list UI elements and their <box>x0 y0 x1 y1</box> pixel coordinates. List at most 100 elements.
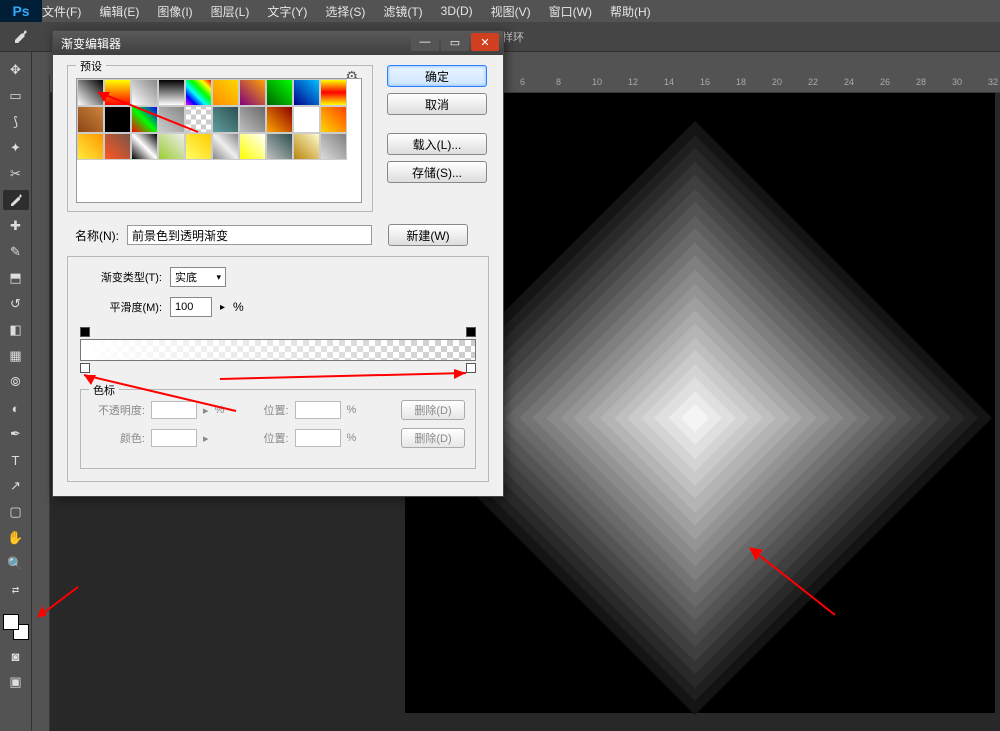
preset-29[interactable] <box>320 133 347 160</box>
menu-view[interactable]: 视图(V) <box>491 3 531 20</box>
tool-move[interactable]: ✥ <box>3 60 29 80</box>
menu-image[interactable]: 图像(I) <box>157 3 192 20</box>
diamond-artwork <box>485 208 905 628</box>
tool-path[interactable]: ↗ <box>3 476 29 496</box>
preset-18[interactable] <box>293 106 320 133</box>
tool-stamp[interactable]: ⬒ <box>3 268 29 288</box>
preset-16[interactable] <box>239 106 266 133</box>
tool-eraser[interactable]: ◧ <box>3 320 29 340</box>
preset-3[interactable] <box>158 79 185 106</box>
opacity-location-input[interactable] <box>295 401 341 419</box>
tool-screenmode[interactable]: ▣ <box>3 672 29 692</box>
menu-select[interactable]: 选择(S) <box>325 3 365 20</box>
preset-26[interactable] <box>239 133 266 160</box>
tool-text[interactable]: T <box>3 450 29 470</box>
fg-swatch[interactable] <box>3 614 19 630</box>
hruler-tick: 10 <box>592 77 602 87</box>
preset-17[interactable] <box>266 106 293 133</box>
window-close-button[interactable]: ✕ <box>471 33 499 51</box>
tool-quickmask[interactable]: ◙ <box>3 646 29 666</box>
opacity-value-input[interactable] <box>151 401 197 419</box>
tool-marquee[interactable]: ▭ <box>3 86 29 106</box>
window-maximize-button[interactable]: ▭ <box>441 33 469 51</box>
preset-12[interactable] <box>131 106 158 133</box>
tool-lasso[interactable]: ⟆ <box>3 112 29 132</box>
tool-zoom[interactable]: 🔍 <box>3 554 29 574</box>
tool-history[interactable]: ↺ <box>3 294 29 314</box>
preset-2[interactable] <box>131 79 158 106</box>
menu-file[interactable]: 文件(F) <box>42 3 81 20</box>
preset-25[interactable] <box>212 133 239 160</box>
preset-23[interactable] <box>158 133 185 160</box>
color-swatches[interactable] <box>3 614 29 640</box>
tool-dodge[interactable]: ◐ <box>3 398 29 418</box>
menu-filter[interactable]: 滤镜(T) <box>383 3 422 20</box>
preset-4[interactable] <box>185 79 212 106</box>
preset-5[interactable] <box>212 79 239 106</box>
color-location-input[interactable] <box>295 429 341 447</box>
ok-button[interactable]: 确定 <box>387 65 487 87</box>
menu-3d[interactable]: 3D(D) <box>441 4 473 18</box>
color-delete-button[interactable]: 删除(D) <box>401 428 465 448</box>
tool-gradient[interactable]: ▦ <box>3 346 29 366</box>
tool-heal[interactable]: ✚ <box>3 216 29 236</box>
window-minimize-button[interactable]: — <box>411 33 439 51</box>
opacity-stop-end[interactable] <box>466 327 476 337</box>
doc-tab[interactable]: 样环 <box>502 29 524 45</box>
opacity-loc-label: 位置: <box>235 402 289 418</box>
tool-wand[interactable]: ✦ <box>3 138 29 158</box>
gradient-bar[interactable] <box>80 327 476 373</box>
tool-blur[interactable]: ⦾ <box>3 372 29 392</box>
preset-22[interactable] <box>131 133 158 160</box>
preset-10[interactable] <box>77 106 104 133</box>
tool-crop[interactable]: ✂ <box>3 164 29 184</box>
load-button[interactable]: 载入(L)... <box>387 133 487 155</box>
dialog-titlebar[interactable]: 渐变编辑器 — ▭ ✕ <box>53 31 503 55</box>
tool-eyedropper[interactable] <box>3 190 29 210</box>
stops-group: 色标 不透明度: ▸% 位置: % 删除(D) 颜色: ▸ 位置: % 删除(D… <box>80 389 476 469</box>
color-stop-start[interactable] <box>80 363 90 373</box>
save-button[interactable]: 存储(S)... <box>387 161 487 183</box>
preset-15[interactable] <box>212 106 239 133</box>
presets-grid[interactable] <box>76 78 362 203</box>
menu-layer[interactable]: 图层(L) <box>211 3 250 20</box>
menu-type[interactable]: 文字(Y) <box>267 3 307 20</box>
preset-19[interactable] <box>320 106 347 133</box>
tool-hand[interactable]: ✋ <box>3 528 29 548</box>
menu-help[interactable]: 帮助(H) <box>610 3 651 20</box>
gradient-preview[interactable] <box>80 339 476 361</box>
preset-8[interactable] <box>293 79 320 106</box>
preset-13[interactable] <box>158 106 185 133</box>
tool-brush[interactable]: ✎ <box>3 242 29 262</box>
preset-9[interactable] <box>320 79 347 106</box>
preset-20[interactable] <box>77 133 104 160</box>
new-button[interactable]: 新建(W) <box>388 224 468 246</box>
preset-24[interactable] <box>185 133 212 160</box>
color-stop-end[interactable] <box>466 363 476 373</box>
preset-1[interactable] <box>104 79 131 106</box>
name-input[interactable] <box>127 225 372 245</box>
preset-21[interactable] <box>104 133 131 160</box>
preset-28[interactable] <box>293 133 320 160</box>
hruler-tick: 6 <box>520 77 525 87</box>
tool-shape[interactable]: ▢ <box>3 502 29 522</box>
opacity-stop-start[interactable] <box>80 327 90 337</box>
preset-27[interactable] <box>266 133 293 160</box>
app-logo: Ps <box>0 0 42 22</box>
type-dropdown[interactable]: 实底 <box>170 267 226 287</box>
tool-pen[interactable]: ✒ <box>3 424 29 444</box>
opacity-delete-button[interactable]: 删除(D) <box>401 400 465 420</box>
preset-11[interactable] <box>104 106 131 133</box>
tool-swap-colors[interactable]: ⇄ <box>3 580 29 600</box>
preset-6[interactable] <box>239 79 266 106</box>
hruler-tick: 28 <box>916 77 926 87</box>
preset-0[interactable] <box>77 79 104 106</box>
preset-7[interactable] <box>266 79 293 106</box>
color-value-swatch[interactable] <box>151 429 197 447</box>
menu-edit[interactable]: 编辑(E) <box>99 3 139 20</box>
cancel-button[interactable]: 取消 <box>387 93 487 115</box>
menu-window[interactable]: 窗口(W) <box>549 3 592 20</box>
preset-14[interactable] <box>185 106 212 133</box>
annotation-arrow-swatch <box>30 585 80 625</box>
smooth-input[interactable]: 100 <box>170 297 212 317</box>
